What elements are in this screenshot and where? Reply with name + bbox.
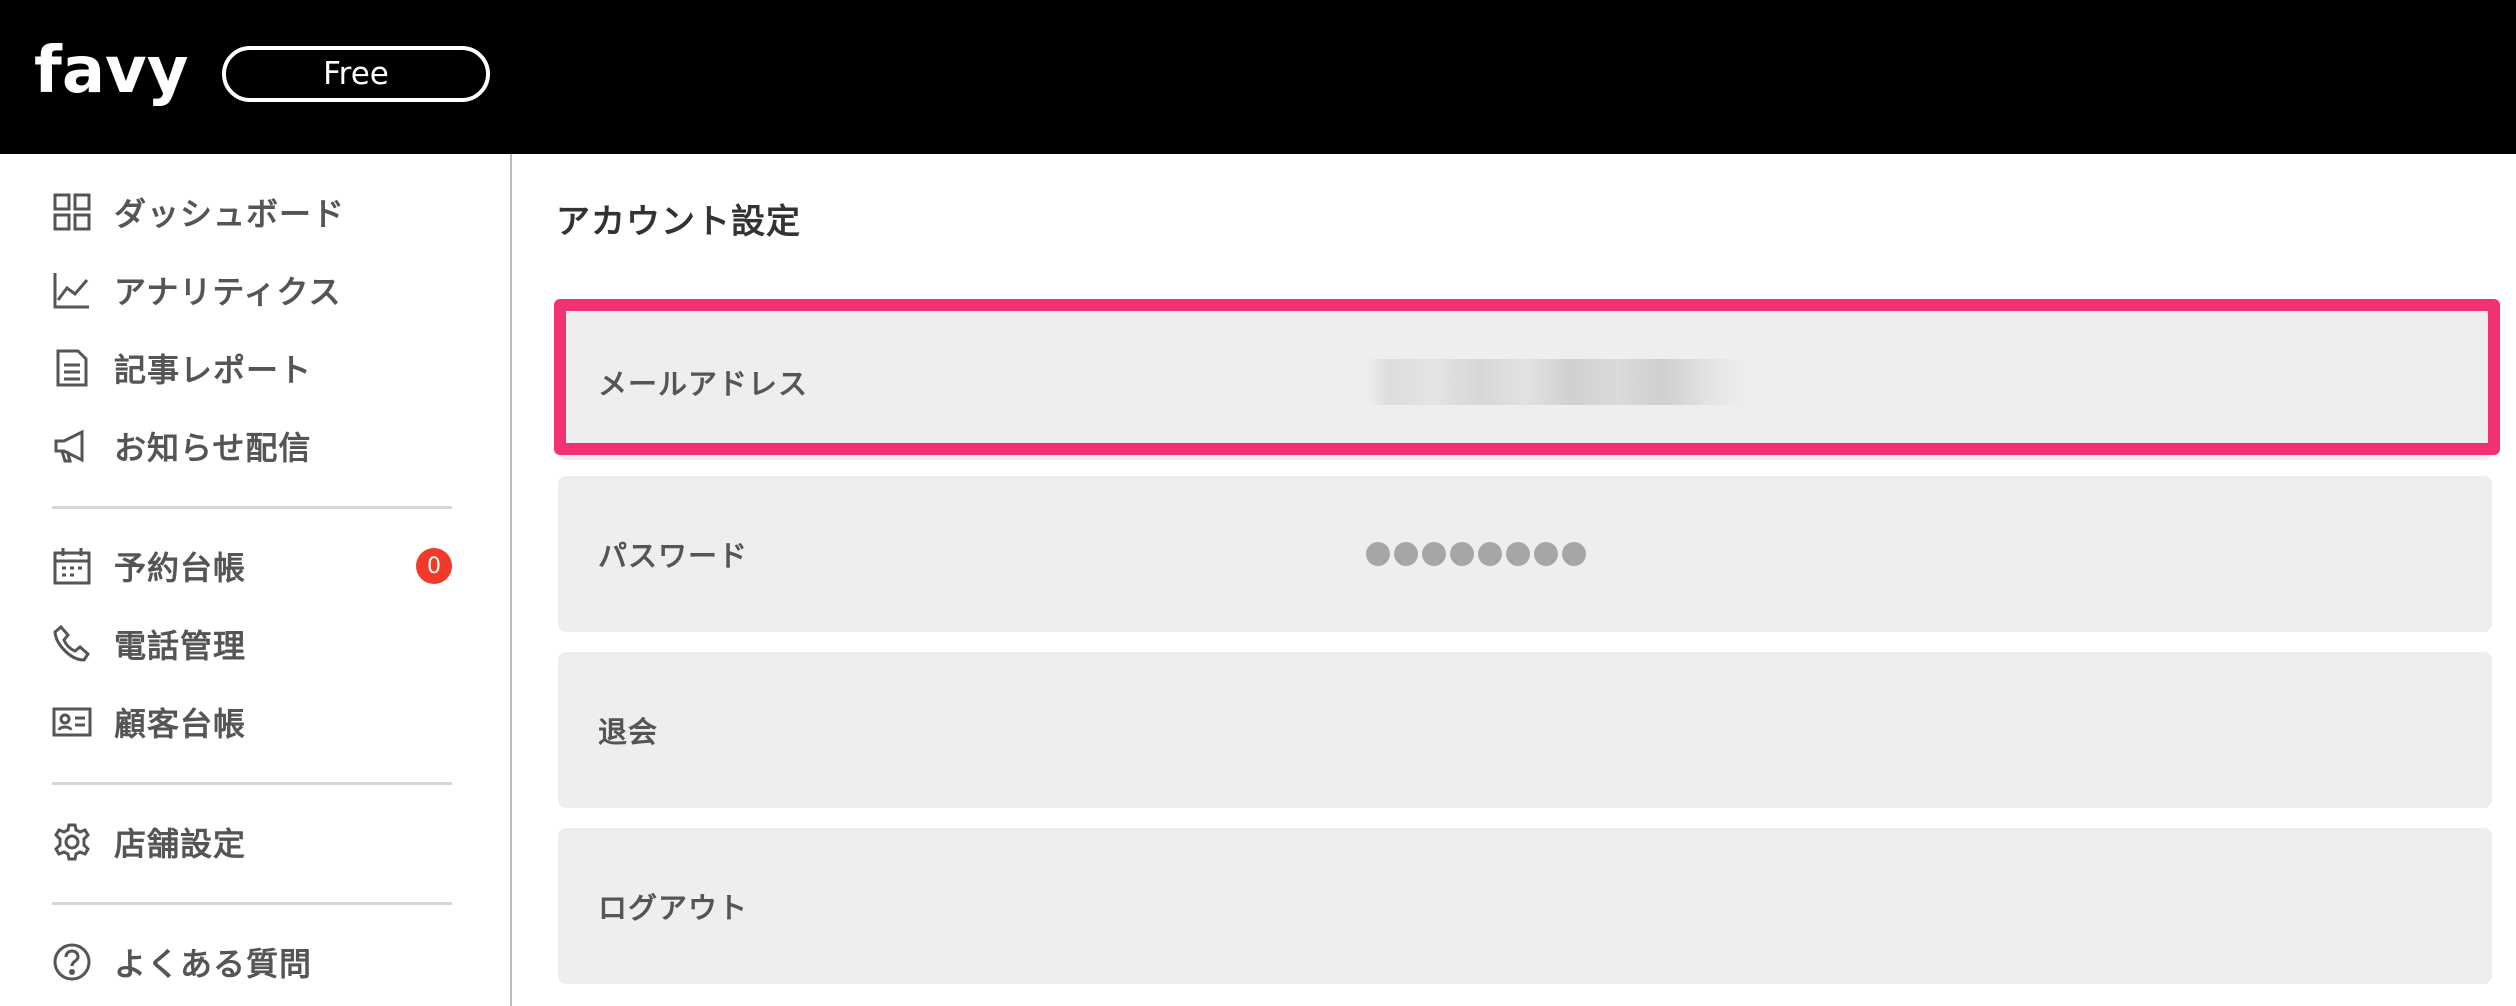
logout-label: ログアウト bbox=[598, 891, 749, 925]
document-icon bbox=[52, 348, 92, 388]
password-dot bbox=[1394, 542, 1418, 566]
gear-icon bbox=[52, 822, 92, 862]
sidebar-item-label: 予約台帳 bbox=[114, 549, 247, 587]
grid-icon bbox=[52, 192, 92, 232]
chart-line-icon bbox=[52, 270, 92, 310]
notification-badge: 0 bbox=[416, 548, 452, 584]
password-dot bbox=[1366, 542, 1390, 566]
help-circle-icon bbox=[52, 942, 92, 982]
password-dot bbox=[1562, 542, 1586, 566]
sidebar-item-article-report[interactable]: 記事レポート bbox=[52, 338, 452, 398]
sidebar-item-phone[interactable]: 電話管理 bbox=[52, 614, 452, 674]
sidebar-item-reservations[interactable]: 予約台帳 0 bbox=[52, 536, 452, 596]
sidebar-item-notifications[interactable]: お知らせ配信 bbox=[52, 416, 452, 476]
sidebar-item-label: お知らせ配信 bbox=[114, 429, 312, 467]
logout-row[interactable]: ログアウト bbox=[558, 828, 2492, 984]
sidebar-divider bbox=[52, 782, 452, 785]
sidebar-item-label: よくある質問 bbox=[114, 945, 313, 983]
phone-icon bbox=[52, 624, 92, 664]
favy-logo[interactable]: favy bbox=[34, 30, 194, 110]
password-row[interactable]: パスワード bbox=[558, 476, 2492, 632]
svg-text:favy: favy bbox=[34, 34, 188, 108]
plan-badge: Free bbox=[222, 46, 490, 102]
withdraw-row[interactable]: 退会 bbox=[558, 652, 2492, 808]
sidebar-item-dashboard[interactable]: ダッシュボード bbox=[52, 182, 452, 242]
sidebar-divider bbox=[52, 902, 452, 905]
sidebar-item-store-settings[interactable]: 店舗設定 bbox=[52, 812, 452, 872]
email-label: メールアドレス bbox=[598, 367, 809, 401]
sidebar-item-faq[interactable]: よくある質問 bbox=[52, 932, 452, 992]
password-dot bbox=[1450, 542, 1474, 566]
password-dot bbox=[1506, 542, 1530, 566]
email-row[interactable]: メールアドレス bbox=[558, 304, 2492, 460]
sidebar: ダッシュボード アナリティクス 記事レポート お知らせ配信 予約台帳 0 電話管… bbox=[0, 154, 512, 1006]
withdraw-label: 退会 bbox=[598, 715, 659, 749]
sidebar-item-label: 電話管理 bbox=[114, 627, 247, 665]
sidebar-item-label: ダッシュボード bbox=[114, 195, 346, 233]
sidebar-item-label: アナリティクス bbox=[114, 273, 342, 311]
id-card-icon bbox=[52, 702, 92, 742]
sidebar-item-label: 記事レポート bbox=[114, 351, 313, 389]
password-dots bbox=[1366, 542, 1586, 566]
password-dot bbox=[1422, 542, 1446, 566]
calendar-icon bbox=[52, 546, 92, 586]
password-dot bbox=[1534, 542, 1558, 566]
sidebar-divider bbox=[52, 506, 452, 509]
main-content: アカウント設定 メールアドレス パスワード 退会 ログアウト bbox=[514, 154, 2516, 1006]
page-title: アカウント設定 bbox=[556, 202, 801, 242]
masked-email-value bbox=[1366, 359, 1746, 405]
sidebar-item-customers[interactable]: 顧客台帳 bbox=[52, 692, 452, 752]
password-dot bbox=[1478, 542, 1502, 566]
megaphone-icon bbox=[52, 426, 92, 466]
sidebar-item-label: 顧客台帳 bbox=[114, 705, 247, 743]
sidebar-item-label: 店舗設定 bbox=[114, 825, 247, 863]
sidebar-item-analytics[interactable]: アナリティクス bbox=[52, 260, 452, 320]
top-header: favy Free bbox=[0, 0, 2516, 154]
password-label: パスワード bbox=[598, 539, 749, 573]
